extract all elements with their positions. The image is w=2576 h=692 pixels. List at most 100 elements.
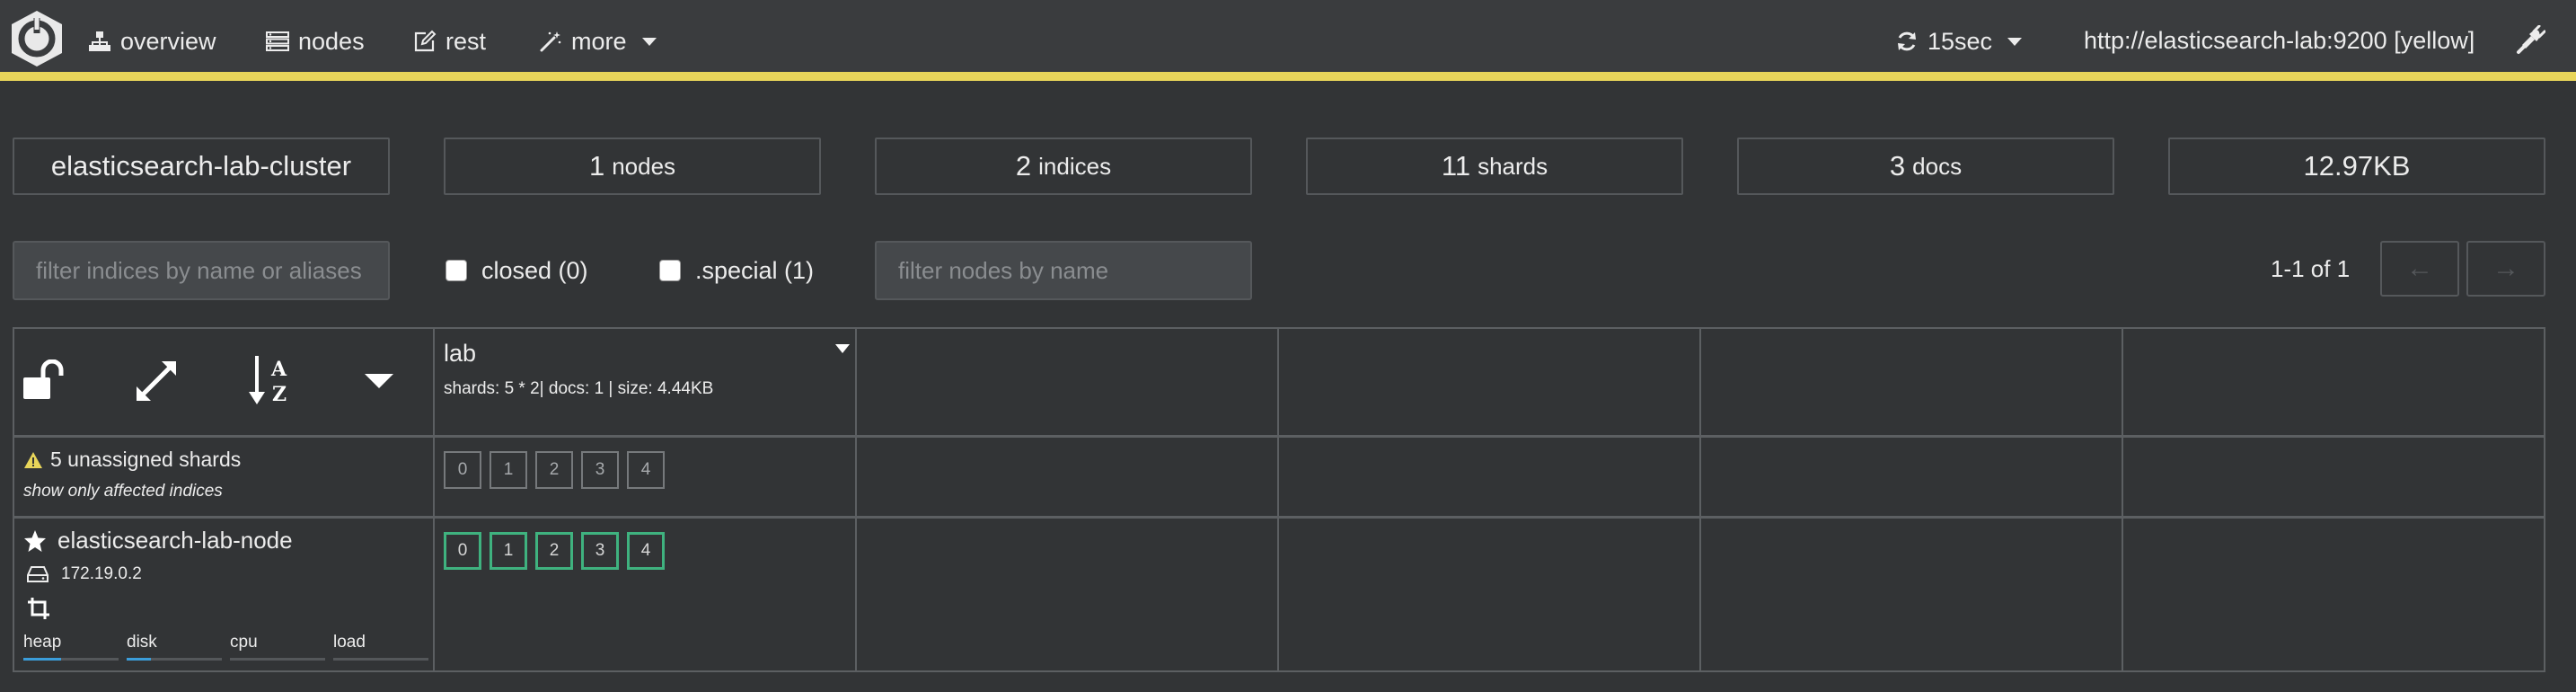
cpu-label: cpu	[230, 633, 258, 652]
docs-count-box: 3 docs	[1737, 138, 2114, 195]
closed-indices-checkbox[interactable]: closed (0)	[446, 255, 588, 286]
top-navbar: overview nodes rest more 15sec http://el…	[0, 0, 2576, 81]
nav-overview[interactable]: overview	[88, 25, 216, 58]
cpu-metric: cpu	[230, 633, 325, 661]
unassigned-shard[interactable]: 2	[535, 451, 573, 489]
nav-more-dropdown[interactable]: more	[539, 25, 657, 58]
cluster-name: elasticsearch-lab-cluster	[50, 150, 352, 182]
load-metric: load	[333, 633, 428, 661]
closed-checkbox-label: closed (0)	[481, 256, 588, 284]
index-meta: shards: 5 * 2| docs: 1 | size: 4.44KB	[444, 379, 714, 398]
crop-icon	[27, 597, 50, 620]
warning-icon	[23, 451, 43, 469]
nav-nodes-label: nodes	[298, 27, 365, 55]
filter-indices-input[interactable]	[13, 241, 390, 300]
index-menu-caret-icon[interactable]	[835, 343, 850, 354]
nav-nodes[interactable]: nodes	[266, 25, 365, 58]
refresh-icon	[1895, 30, 1919, 53]
refresh-interval-label: 15sec	[1928, 27, 1993, 55]
size-box: 12.97KB	[2168, 138, 2545, 195]
next-page-button[interactable]: →	[2466, 241, 2545, 297]
special-checkbox-label: .special (1)	[695, 256, 815, 284]
docs-count: 3	[1889, 150, 1906, 182]
chevron-down-icon	[641, 36, 657, 47]
sitemap-icon	[88, 30, 111, 53]
unassigned-shard[interactable]: 0	[444, 451, 481, 489]
refresh-interval-dropdown[interactable]: 15sec	[1895, 25, 2023, 58]
special-indices-checkbox[interactable]: .special (1)	[659, 255, 814, 286]
nav-rest-label: rest	[446, 27, 487, 55]
cpu-bar	[230, 658, 325, 661]
magic-wand-icon	[539, 30, 562, 53]
node-name-row[interactable]: elasticsearch-lab-node	[23, 527, 293, 554]
filter-nodes-input[interactable]	[875, 241, 1252, 300]
started-shard[interactable]: 3	[581, 532, 619, 570]
shards-count-label: shards	[1478, 152, 1548, 180]
grid-divider	[855, 329, 857, 670]
indices-count-box: 2 indices	[875, 138, 1252, 195]
disk-bar	[127, 658, 222, 661]
index-name[interactable]: lab	[444, 340, 476, 368]
heap-bar-fill	[23, 658, 62, 661]
grid-divider	[1277, 329, 1279, 670]
grid-divider	[433, 329, 435, 670]
pagination-info: 1-1 of 1	[2271, 255, 2351, 282]
grid-divider	[14, 435, 2544, 438]
indices-count-label: indices	[1038, 152, 1112, 180]
node-ip-row: 172.19.0.2	[27, 564, 142, 584]
cluster-overview-grid: A Z lab shards: 5 * 2| docs: 1 | size: 4…	[13, 327, 2545, 672]
heap-bar	[23, 658, 119, 661]
prev-page-button[interactable]: ←	[2380, 241, 2459, 297]
edit-icon	[413, 30, 437, 53]
unlock-icon[interactable]	[22, 359, 68, 401]
unassigned-shards-warning: 5 unassigned shards	[23, 448, 241, 472]
sort-alpha-icon[interactable]: A Z	[248, 354, 295, 406]
unassigned-shard[interactable]: 1	[490, 451, 527, 489]
load-label: load	[333, 633, 366, 652]
cluster-url[interactable]: http://elasticsearch-lab:9200 [yellow]	[2084, 27, 2475, 55]
shards-count: 11	[1441, 150, 1471, 182]
grid-divider	[2122, 329, 2123, 670]
shards-count-box: 11 shards	[1306, 138, 1683, 195]
grid-divider	[14, 516, 2544, 519]
cluster-size: 12.97KB	[2303, 150, 2411, 182]
chevron-down-icon	[2007, 36, 2023, 47]
cluster-name-box: elasticsearch-lab-cluster	[13, 138, 390, 195]
expand-icon[interactable]	[135, 359, 178, 403]
grid-divider	[1699, 329, 1701, 670]
nav-more-label: more	[571, 27, 627, 55]
nodes-count-label: nodes	[612, 152, 676, 180]
closed-checkbox-box[interactable]	[446, 260, 467, 281]
hdd-icon	[27, 565, 49, 583]
disk-bar-fill	[127, 658, 151, 661]
svg-text:Z: Z	[272, 383, 287, 406]
started-shard[interactable]: 1	[490, 532, 527, 570]
docs-count-label: docs	[1912, 152, 1963, 180]
indices-count: 2	[1015, 150, 1032, 182]
star-icon	[23, 529, 47, 553]
server-icon	[266, 30, 289, 53]
disk-label: disk	[127, 633, 157, 652]
heap-metric: heap	[23, 633, 119, 661]
unassigned-shard[interactable]: 3	[581, 451, 619, 489]
nodes-count-box: 1 nodes	[444, 138, 821, 195]
show-affected-indices-link[interactable]: show only affected indices	[23, 482, 223, 501]
disk-metric: disk	[127, 633, 222, 661]
started-shard[interactable]: 4	[627, 532, 665, 570]
special-checkbox-box[interactable]	[659, 260, 681, 281]
node-ip: 172.19.0.2	[61, 564, 142, 583]
cerebro-logo-icon[interactable]	[9, 9, 65, 68]
nodes-count: 1	[588, 150, 605, 182]
nav-overview-label: overview	[120, 27, 216, 55]
caret-down-icon[interactable]	[365, 372, 393, 390]
heap-label: heap	[23, 633, 62, 652]
started-shard[interactable]: 2	[535, 532, 573, 570]
disconnect-plug-icon[interactable]	[2515, 25, 2545, 56]
node-name: elasticsearch-lab-node	[57, 527, 293, 554]
svg-text:A: A	[270, 358, 287, 381]
unassigned-shards-label: 5 unassigned shards	[50, 448, 242, 471]
nav-rest[interactable]: rest	[413, 25, 486, 58]
load-bar	[333, 658, 428, 661]
started-shard[interactable]: 0	[444, 532, 481, 570]
unassigned-shard[interactable]: 4	[627, 451, 665, 489]
